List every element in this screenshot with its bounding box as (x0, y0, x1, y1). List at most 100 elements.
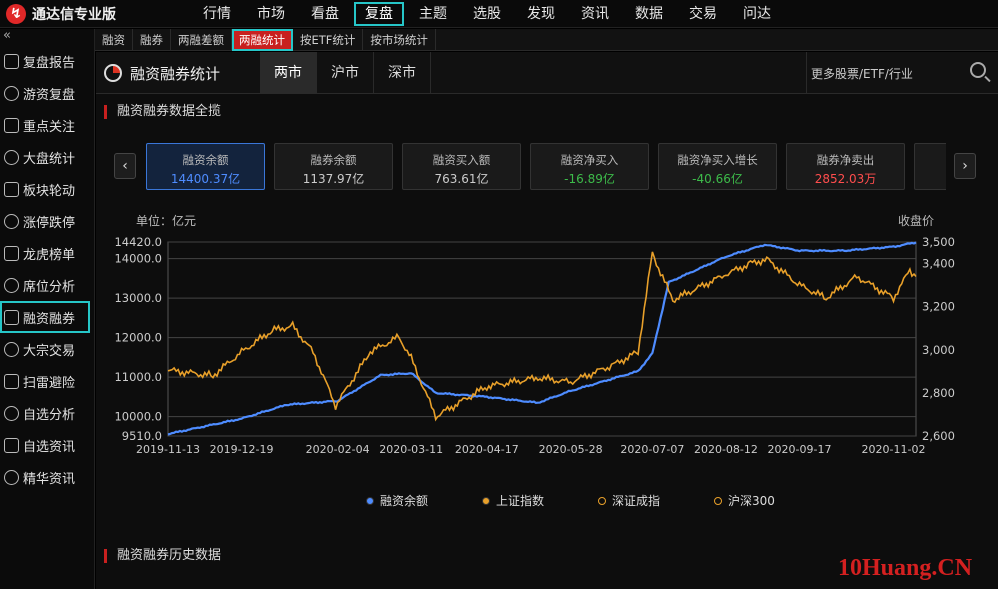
stat-cards: 融资余额 14400.37亿 融券余额 1137.97亿 融资买入额 763.61亿 融资净… (146, 143, 946, 191)
subtab-4[interactable]: 按ETF统计 (293, 29, 364, 51)
subtab-3[interactable]: 两融统计 (232, 29, 293, 51)
market-tabs: 两市 沪市 深市 (260, 52, 431, 94)
sidebar-item-9[interactable]: 大宗交易 (0, 333, 94, 365)
tab-market-1[interactable]: 沪市 (317, 52, 374, 94)
search-box[interactable]: 更多股票/ETF/行业 (806, 52, 998, 94)
sidebar-item-label: 扫雷避险 (23, 375, 76, 391)
legend-item[interactable]: 融资余额 (366, 492, 482, 509)
x-tick-label: 2019-12-19 (210, 443, 274, 456)
sidebar-item-label: 融资融券 (23, 311, 76, 327)
menu-item-10[interactable]: 问达 (730, 0, 784, 28)
menu-item-0[interactable]: 行情 (190, 0, 244, 28)
legend-label: 融资余额 (380, 494, 429, 508)
stat-card[interactable]: 融资买入额 763.61亿 (402, 143, 521, 190)
sidebar-item-label: 大宗交易 (23, 343, 76, 359)
y-right-tick-label: 3,500 (922, 235, 955, 249)
menu-item-4[interactable]: 主题 (406, 0, 460, 28)
sidebar: « 复盘报告 游资复盘 重点关注大盘统计板块轮动涨停跌停龙虎榜单席位分析融资融券大宗… (0, 29, 95, 589)
sidebar-item-icon (4, 405, 19, 421)
sidebar-item-6[interactable]: 龙虎榜单 (0, 237, 94, 269)
x-tick-label: 2020-11-02 (862, 443, 926, 456)
menu-item-9[interactable]: 交易 (676, 0, 730, 28)
x-tick-label: 2020-02-04 (306, 443, 370, 456)
sidebar-item-icon (4, 373, 19, 389)
sidebar-item-1[interactable]: 游资复盘 (0, 77, 94, 109)
sidebar-item-3[interactable]: 大盘统计 (0, 141, 94, 173)
stat-card[interactable]: 融 (914, 143, 946, 190)
sidebar-item-7[interactable]: 席位分析 (0, 269, 94, 301)
sidebar-item-label: 涨停跌停 (23, 215, 76, 231)
sidebar-item-13[interactable]: 精华资讯 (0, 461, 94, 493)
menu-item-7[interactable]: 资讯 (568, 0, 622, 28)
search-icon[interactable] (970, 62, 986, 78)
stat-card[interactable]: 融券净卖出 2852.03万 (786, 143, 905, 190)
sidebar-item-icon (4, 149, 19, 165)
sidebar-item-2[interactable]: 重点关注 (0, 109, 94, 141)
chart-legend: 融资余额 上证指数 深证成指 沪深300 (366, 492, 830, 509)
prev-arrow-icon[interactable]: ‹ (114, 153, 136, 179)
sidebar-item-label: 板块轮动 (23, 183, 76, 199)
sidebar-item-8[interactable]: 融资融券 (0, 301, 90, 333)
sidebar-item-5[interactable]: 涨停跌停 (0, 205, 94, 237)
sidebar-item-label: 自选分析 (23, 407, 76, 423)
page-title: 融资融券统计 (130, 65, 221, 83)
search-input[interactable]: 更多股票/ETF/行业 (811, 65, 913, 82)
tab-market-2[interactable]: 深市 (374, 52, 431, 94)
title-bar: ↯ 通达信专业版 行情 市场 看盘 复盘 主题 选股 发现 资讯 数据 交易 问达 (0, 0, 998, 28)
stat-card[interactable]: 融资余额 14400.37亿 (146, 143, 265, 190)
sidebar-item-label: 大盘统计 (23, 151, 76, 167)
legend-item[interactable]: 沪深300 (714, 492, 830, 509)
menu-item-5[interactable]: 选股 (460, 0, 514, 28)
left-axis-unit: 单位：亿元 (136, 214, 197, 228)
sidebar-item-label: 席位分析 (23, 279, 76, 295)
next-arrow-icon[interactable]: › (954, 153, 976, 179)
sidebar-item-icon (4, 181, 19, 197)
x-tick-label: 2019-11-13 (136, 443, 200, 456)
sidebar-item-0[interactable]: 复盘报告 (0, 45, 94, 77)
sidebar-item-icon (4, 469, 19, 485)
sidebar-item-icon (4, 437, 19, 453)
menu-item-1[interactable]: 市场 (244, 0, 298, 28)
stat-card[interactable]: 融资净买入增长 -40.66亿 (658, 143, 777, 190)
menu-item-2[interactable]: 看盘 (298, 0, 352, 28)
stat-card-label: 融资余额 (182, 153, 229, 167)
x-tick-label: 2020-03-11 (379, 443, 443, 456)
stat-card-value: -16.89亿 (564, 172, 615, 186)
menu-item-3[interactable]: 复盘 (352, 0, 406, 28)
y-left-tick-label: 13000.0 (114, 291, 162, 305)
menu-item-8[interactable]: 数据 (622, 0, 676, 28)
stat-card-label: 融券净卖出 (816, 153, 875, 167)
legend-dot-icon (714, 496, 722, 505)
sidebar-item-10[interactable]: 扫雷避险 (0, 365, 94, 397)
sidebar-item-11[interactable]: 自选分析 (0, 397, 94, 429)
subtab-1[interactable]: 融券 (133, 29, 171, 51)
stat-card-value: 763.61亿 (434, 172, 489, 186)
y-left-tick-label: 9510.0 (122, 429, 162, 443)
sidebar-item-icon (4, 213, 19, 229)
legend-label: 上证指数 (496, 494, 545, 508)
legend-item[interactable]: 深证成指 (598, 492, 714, 509)
sidebar-item-label: 龙虎榜单 (23, 247, 76, 263)
y-left-tick-label: 11000.0 (114, 370, 162, 384)
stat-card[interactable]: 融资净买入 -16.89亿 (530, 143, 649, 190)
y-left-tick-label: 10000.0 (114, 410, 162, 424)
tab-market-0[interactable]: 两市 (260, 52, 317, 94)
sidebar-collapse-icon[interactable]: « (0, 29, 94, 45)
margin-stats-icon (104, 64, 122, 82)
stat-card[interactable]: 融券余额 1137.97亿 (274, 143, 393, 190)
panel-header: 融资融券统计 两市 沪市 深市 更多股票/ETF/行业 (96, 52, 998, 94)
subtab-2[interactable]: 两融差额 (171, 29, 232, 51)
stat-card-value: 1137.97亿 (302, 172, 365, 186)
right-axis-unit: 收盘价 (898, 214, 935, 228)
stat-card-label: 融 (915, 152, 946, 168)
sidebar-item-12[interactable]: 自选资讯 (0, 429, 94, 461)
sidebar-item-4[interactable]: 板块轮动 (0, 173, 94, 205)
y-left-tick-label: 12000.0 (114, 331, 162, 345)
series-line-融资余额 (167, 241, 917, 436)
subtab-0[interactable]: 融资 (95, 29, 133, 51)
app-logo: ↯ 通达信专业版 (6, 4, 116, 24)
menu-item-6[interactable]: 发现 (514, 0, 568, 28)
subtab-5[interactable]: 按市场统计 (363, 29, 436, 51)
legend-item[interactable]: 上证指数 (482, 492, 598, 509)
sidebar-item-icon (4, 85, 19, 101)
